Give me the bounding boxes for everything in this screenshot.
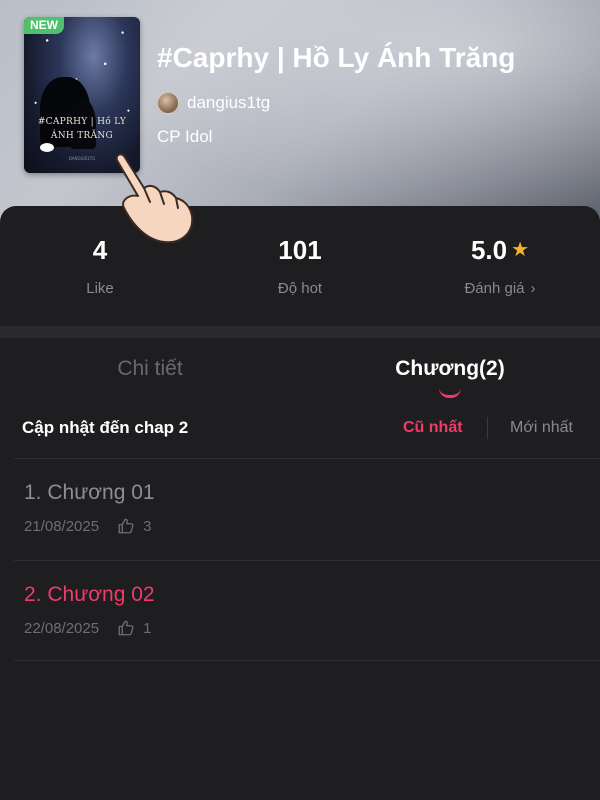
- stats-bar: 4 Like 101 Độ hot 5.0 ★ Đánh giá ›: [0, 206, 600, 326]
- chapter-meta: 21/08/2025 3: [24, 517, 151, 535]
- star-icon: ★: [511, 239, 530, 261]
- rating-value-row: 5.0 ★: [400, 234, 600, 266]
- update-status: Cập nhật đến chap 2: [22, 418, 189, 437]
- stat-hot: 101 Độ hot: [200, 234, 400, 297]
- author-row[interactable]: dangius1tg: [157, 91, 270, 115]
- rating-label-row[interactable]: Đánh giá ›: [400, 280, 600, 297]
- content-panel: 4 Like 101 Độ hot 5.0 ★ Đánh giá › Chi tiế…: [0, 206, 600, 800]
- cover-decoration: [40, 143, 54, 152]
- stat-rating[interactable]: 5.0 ★ Đánh giá ›: [400, 234, 600, 297]
- chapter-title: 2. Chương 02: [24, 583, 155, 606]
- chapter-item[interactable]: 2. Chương 02 22/08/2025 1: [14, 560, 600, 662]
- thumbs-up-icon: [118, 620, 134, 636]
- author-name[interactable]: dangius1tg: [187, 93, 270, 113]
- section-divider: [0, 326, 600, 338]
- sort-newest-button[interactable]: Mới nhất: [510, 419, 573, 437]
- sort-divider: [487, 417, 488, 439]
- list-end-divider: [14, 660, 600, 661]
- chapter-like-count: 1: [143, 619, 152, 637]
- tab-details[interactable]: Chi tiết: [0, 357, 300, 381]
- thumbs-up-icon: [118, 518, 134, 534]
- chapter-item[interactable]: 1. Chương 01 21/08/2025 3: [14, 458, 600, 560]
- rating-label: Đánh giá: [464, 280, 525, 297]
- active-tab-indicator: [439, 388, 461, 398]
- tab-bar: Chi tiết Chương(2): [0, 338, 600, 400]
- sort-oldest-button[interactable]: Cũ nhất: [403, 419, 463, 437]
- chapter-date: 22/08/2025: [24, 619, 100, 637]
- hot-label: Độ hot: [277, 280, 323, 297]
- chapter-title: 1. Chương 01: [24, 481, 155, 504]
- chapter-meta: 22/08/2025 1: [24, 619, 151, 637]
- pointing-hand-icon: [115, 153, 194, 244]
- hot-count: 101: [278, 235, 322, 265]
- cover-title: #CAPRHY | Hồ LY ÁNH TRĂNG: [37, 117, 127, 141]
- rating-value: 5.0: [470, 235, 508, 265]
- chapter-like-count: 3: [143, 517, 152, 535]
- chevron-right-icon: ›: [530, 280, 536, 297]
- likes-label: Like: [86, 280, 114, 297]
- book-category[interactable]: CP Idol: [157, 127, 212, 147]
- tab-chapters[interactable]: Chương(2): [300, 357, 600, 381]
- update-row: Cập nhật đến chap 2 Cũ nhất Mới nhất: [0, 400, 600, 458]
- author-avatar[interactable]: [157, 92, 179, 114]
- chapter-date: 21/08/2025: [24, 517, 100, 535]
- book-title: #Caprhy | Hồ Ly Ánh Trăng: [157, 42, 516, 73]
- new-badge: NEW: [24, 17, 64, 34]
